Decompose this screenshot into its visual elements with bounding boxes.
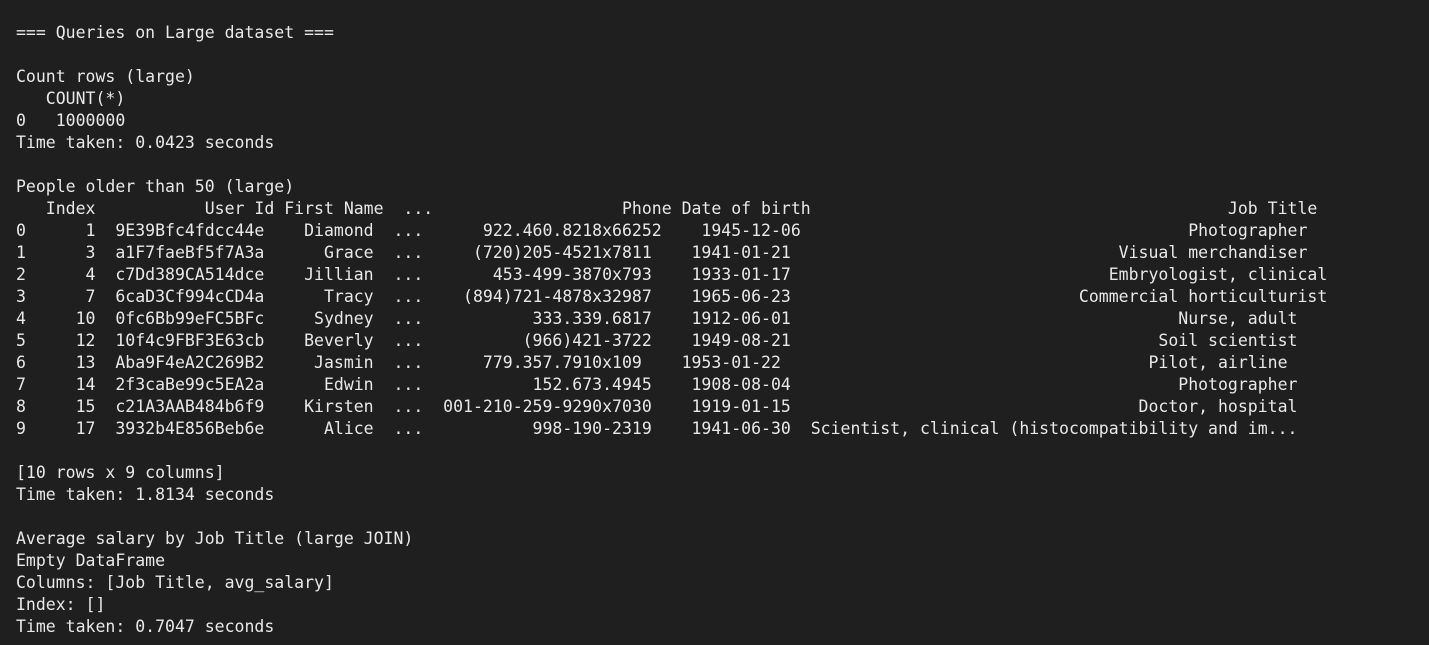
table-row-line: 6 13 Aba9F4eA2C269B2 Jasmin ... 779.357.…: [16, 353, 1288, 372]
query-title-line: Average salary by Job Title (large JOIN): [16, 529, 414, 548]
table-row-line: 3 7 6caD3Cf994cCD4a Tracy ... (894)721-4…: [16, 287, 1328, 306]
table-shape-line: [10 rows x 9 columns]: [16, 463, 225, 482]
table-row-line: 0 1 9E39Bfc4fdcc44e Diamond ... 922.460.…: [16, 221, 1308, 240]
empty-dataframe-line: Empty DataFrame: [16, 551, 166, 570]
table-row-line: 1 3 a1F7faeBf5f7A3a Grace ... (720)205-4…: [16, 243, 1308, 262]
terminal-output: === Queries on Large dataset === Count ro…: [16, 22, 1327, 638]
columns-line: Columns: [Job Title, avg_salary]: [16, 573, 334, 592]
table-row-line: 9 17 3932b4E856Beb6e Alice ... 998-190-2…: [16, 419, 1298, 438]
time-taken-line: Time taken: 1.8134 seconds: [16, 485, 275, 504]
table-row-line: 7 14 2f3caBe99c5EA2a Edwin ... 152.673.4…: [16, 375, 1298, 394]
table-row-line: 5 12 10f4c9FBF3E63cb Beverly ... (966)42…: [16, 331, 1298, 350]
time-taken-line: Time taken: 0.7047 seconds: [16, 617, 275, 636]
query-title-line: Count rows (large): [16, 67, 195, 86]
table-row-line: 4 10 0fc6Bb99eFC5BFc Sydney ... 333.339.…: [16, 309, 1298, 328]
query-title-line: People older than 50 (large): [16, 177, 295, 196]
count-header-line: COUNT(*): [16, 89, 126, 108]
section-header-line: === Queries on Large dataset ===: [16, 23, 334, 42]
table-header-line: Index User Id First Name ... Phone Date …: [16, 199, 1318, 218]
count-value-line: 0 1000000: [16, 111, 126, 130]
time-taken-line: Time taken: 0.0423 seconds: [16, 133, 275, 152]
table-row-line: 2 4 c7Dd389CA514dce Jillian ... 453-499-…: [16, 265, 1328, 284]
table-row-line: 8 15 c21A3AAB484b6f9 Kirsten ... 001-210…: [16, 397, 1298, 416]
index-line: Index: []: [16, 595, 106, 614]
